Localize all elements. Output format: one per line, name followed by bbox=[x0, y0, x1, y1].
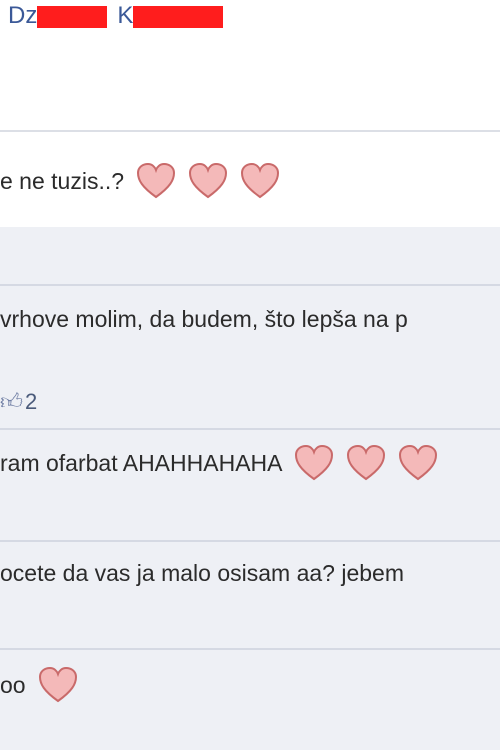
comment-item: oo bbox=[0, 650, 500, 750]
heart-icon bbox=[188, 162, 228, 200]
like-count: 2 bbox=[25, 388, 38, 414]
redaction-bar bbox=[133, 6, 224, 28]
comment-text: vrhove molim, da budem, što lepša na p bbox=[0, 306, 408, 332]
author-first-name[interactable]: Dz bbox=[8, 2, 37, 30]
comment-item: ocete da vas ja malo osisam aa? jebem bbox=[0, 542, 500, 648]
comment-item: ram ofarbat AHAHHAHAHA bbox=[0, 430, 500, 540]
comment-like-count[interactable]: 👍︎ 2 bbox=[0, 388, 37, 415]
post-author-name[interactable]: Dz K bbox=[8, 2, 224, 30]
comment-item: e ne tuzis..? bbox=[0, 132, 500, 227]
thumbs-up-icon[interactable]: 👍︎ bbox=[0, 388, 23, 415]
comment-text-row: vrhove molim, da budem, što lepša na p bbox=[0, 306, 408, 333]
comment-text: ocete da vas ja malo osisam aa? jebem bbox=[0, 560, 404, 586]
comment-gap bbox=[0, 227, 500, 285]
author-last-name[interactable]: K bbox=[117, 2, 133, 30]
comment-item: vrhove molim, da budem, što lepša na p 👍… bbox=[0, 286, 500, 428]
comment-text-row: oo bbox=[0, 666, 78, 704]
redaction-bar bbox=[37, 6, 108, 28]
heart-icon bbox=[294, 444, 334, 482]
heart-icon bbox=[38, 666, 78, 704]
heart-icon bbox=[240, 162, 280, 200]
post-header: Dz K bbox=[0, 0, 500, 130]
comment-text-row: e ne tuzis..? bbox=[0, 162, 280, 200]
comment-text-row: ocete da vas ja malo osisam aa? jebem bbox=[0, 560, 404, 587]
comment-text: ram ofarbat AHAHHAHAHA bbox=[0, 449, 283, 476]
heart-icon bbox=[398, 444, 438, 482]
facebook-post: Dz K e ne tuzis..? vrhove molim, da budem… bbox=[0, 0, 500, 750]
comment-text-row: ram ofarbat AHAHHAHAHA bbox=[0, 444, 438, 482]
heart-icon bbox=[346, 444, 386, 482]
heart-icon bbox=[136, 162, 176, 200]
comment-text: oo bbox=[0, 671, 26, 698]
comment-text: e ne tuzis..? bbox=[0, 167, 125, 194]
